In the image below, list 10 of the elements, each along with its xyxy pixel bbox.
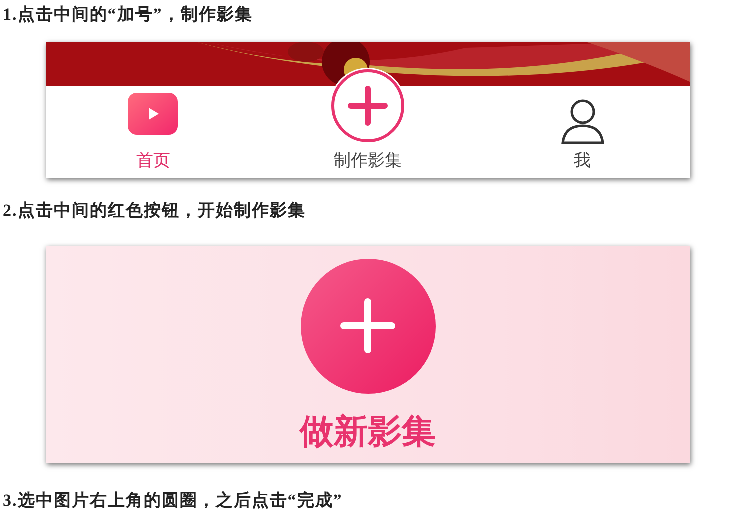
tab[interactable]: 首页: [46, 86, 261, 178]
person-icon: [560, 99, 605, 146]
step-heading: 2.点击中间的红色按钮，开始制作影集: [2, 200, 307, 222]
tab[interactable]: 我: [475, 86, 690, 178]
create-label: 做新影集: [300, 412, 436, 452]
plus-icon: [340, 298, 396, 354]
tab[interactable]: 制作影集: [260, 64, 476, 178]
play-icon: [128, 93, 178, 136]
step-heading: 1.点击中间的“加号”，制作影集: [2, 4, 254, 26]
step-heading: 3.选中图片右上角的圆圈，之后点击“完成”: [2, 490, 344, 512]
